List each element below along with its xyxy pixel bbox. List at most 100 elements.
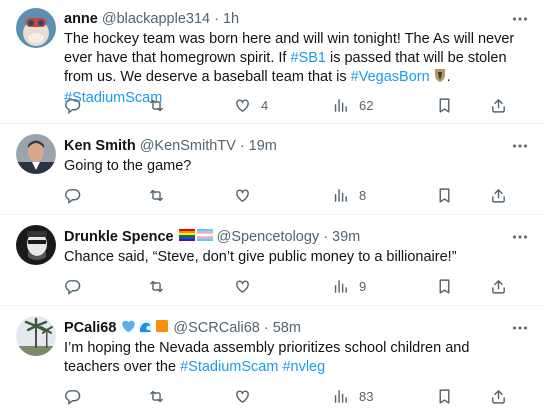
tweet-actions: 8	[64, 185, 524, 205]
reply-icon	[65, 279, 81, 295]
tweet-header: PCali68 @SCRCali68 · 58m	[64, 318, 301, 338]
bookmark-button[interactable]	[436, 386, 453, 406]
like-button[interactable]: 4	[234, 95, 268, 115]
timestamp[interactable]: 1h	[223, 11, 239, 27]
tweet-text: I’m hoping the Nevada assembly prioritiz…	[64, 339, 524, 377]
timestamp[interactable]: 58m	[273, 320, 301, 336]
views-button[interactable]: 83	[332, 386, 373, 406]
retweet-icon	[150, 189, 163, 201]
tweet[interactable]: PCali68 @SCRCali68 · 58m I’m hoping the …	[0, 306, 544, 420]
display-name[interactable]: Drunkle Spence	[64, 229, 174, 245]
tweet-text: Going to the game?	[64, 157, 524, 176]
orange-square-icon	[155, 319, 169, 337]
heart-icon	[236, 389, 249, 403]
bookmark-icon	[439, 278, 450, 294]
more-options-icon[interactable]	[510, 318, 530, 338]
like-button[interactable]	[234, 276, 261, 296]
heart-icon	[236, 188, 249, 202]
user-handle[interactable]: @blackapple314	[102, 11, 210, 27]
bookmark-button[interactable]	[436, 276, 453, 296]
user-handle[interactable]: @SCRCali68	[173, 320, 259, 336]
views-icon	[334, 98, 347, 112]
display-name[interactable]: anne	[64, 11, 98, 27]
views-button[interactable]: 8	[332, 185, 366, 205]
separator: ·	[263, 320, 269, 336]
bookmark-button[interactable]	[436, 95, 453, 115]
reply-button[interactable]	[64, 276, 91, 296]
retweet-icon	[150, 99, 163, 111]
timestamp[interactable]: 19m	[249, 138, 277, 154]
bookmark-icon	[439, 97, 450, 113]
tweet-actions: 83	[64, 386, 524, 406]
bookmark-button[interactable]	[436, 185, 453, 205]
more-options-icon[interactable]	[510, 227, 530, 247]
like-button[interactable]	[234, 185, 261, 205]
tweet[interactable]: Ken Smith @KenSmithTV · 19m Going to the…	[0, 124, 544, 215]
separator: ·	[214, 11, 219, 27]
avatar[interactable]	[16, 225, 56, 265]
hashtag-link[interactable]: #SB1	[290, 50, 325, 66]
hashtag-link[interactable]: #VegasBorn	[351, 69, 430, 85]
heart-icon	[236, 98, 249, 112]
views-icon	[334, 279, 347, 293]
reply-icon	[65, 188, 81, 204]
heart-icon	[236, 279, 249, 293]
share-button[interactable]	[490, 276, 507, 296]
reply-feed: anne @blackapple314 · 1h The hockey team…	[0, 0, 544, 420]
user-handle[interactable]: @KenSmithTV	[140, 138, 236, 154]
reply-icon	[65, 98, 81, 114]
share-icon	[492, 389, 505, 404]
reply-button[interactable]	[64, 95, 91, 115]
tweet-header: Drunkle Spence @Spencetology · 39m	[64, 227, 360, 247]
view-count: 83	[359, 388, 374, 404]
reply-button[interactable]	[64, 185, 91, 205]
avatar[interactable]	[16, 8, 56, 48]
views-icon	[334, 389, 347, 403]
like-button[interactable]	[234, 386, 261, 406]
like-count: 4	[261, 97, 269, 113]
views-button[interactable]: 62	[332, 95, 373, 115]
more-options-icon[interactable]	[510, 9, 530, 29]
retweet-icon	[150, 390, 163, 402]
separator: ·	[239, 138, 245, 154]
share-button[interactable]	[490, 95, 507, 115]
more-options-icon[interactable]	[510, 136, 530, 156]
text-segment: .	[446, 69, 451, 85]
user-handle[interactable]: @Spencetology	[217, 229, 320, 245]
view-count: 62	[359, 97, 374, 113]
retweet-button[interactable]	[148, 276, 175, 296]
share-button[interactable]	[490, 386, 507, 406]
avatar[interactable]	[16, 134, 56, 174]
text-segment: Going to the game?	[64, 158, 192, 174]
text-segment: Chance said, “Steve, don’t give public m…	[64, 249, 457, 265]
view-count: 9	[359, 278, 367, 294]
trans-flag-icon	[196, 229, 213, 245]
tweet-actions: 9	[64, 276, 524, 296]
views-icon	[334, 188, 347, 202]
blue-heart-icon	[121, 319, 136, 337]
golden-knights-icon	[433, 68, 447, 89]
share-button[interactable]	[490, 185, 507, 205]
timestamp[interactable]: 39m	[332, 229, 360, 245]
hashtag-link[interactable]: #nvleg	[282, 359, 325, 375]
separator: ·	[323, 229, 329, 245]
share-icon	[492, 188, 505, 203]
view-count: 8	[359, 187, 367, 203]
display-name[interactable]: PCali68	[64, 320, 116, 336]
retweet-button[interactable]	[148, 185, 175, 205]
tweet-header: anne @blackapple314 · 1h	[64, 9, 239, 29]
tweet-header: Ken Smith @KenSmithTV · 19m	[64, 136, 277, 156]
share-icon	[492, 98, 505, 113]
retweet-button[interactable]	[148, 386, 175, 406]
hashtag-link[interactable]: #StadiumScam	[180, 359, 278, 375]
bookmark-icon	[439, 187, 450, 203]
wave-icon	[138, 318, 153, 338]
avatar[interactable]	[16, 316, 56, 356]
reply-button[interactable]	[64, 386, 91, 406]
retweet-button[interactable]	[148, 95, 175, 115]
bookmark-icon	[439, 388, 450, 404]
views-button[interactable]: 9	[332, 276, 366, 296]
display-name[interactable]: Ken Smith	[64, 138, 136, 154]
tweet[interactable]: anne @blackapple314 · 1h The hockey team…	[0, 0, 544, 124]
tweet[interactable]: Drunkle Spence @Spencetology · 39m Chanc…	[0, 215, 544, 306]
